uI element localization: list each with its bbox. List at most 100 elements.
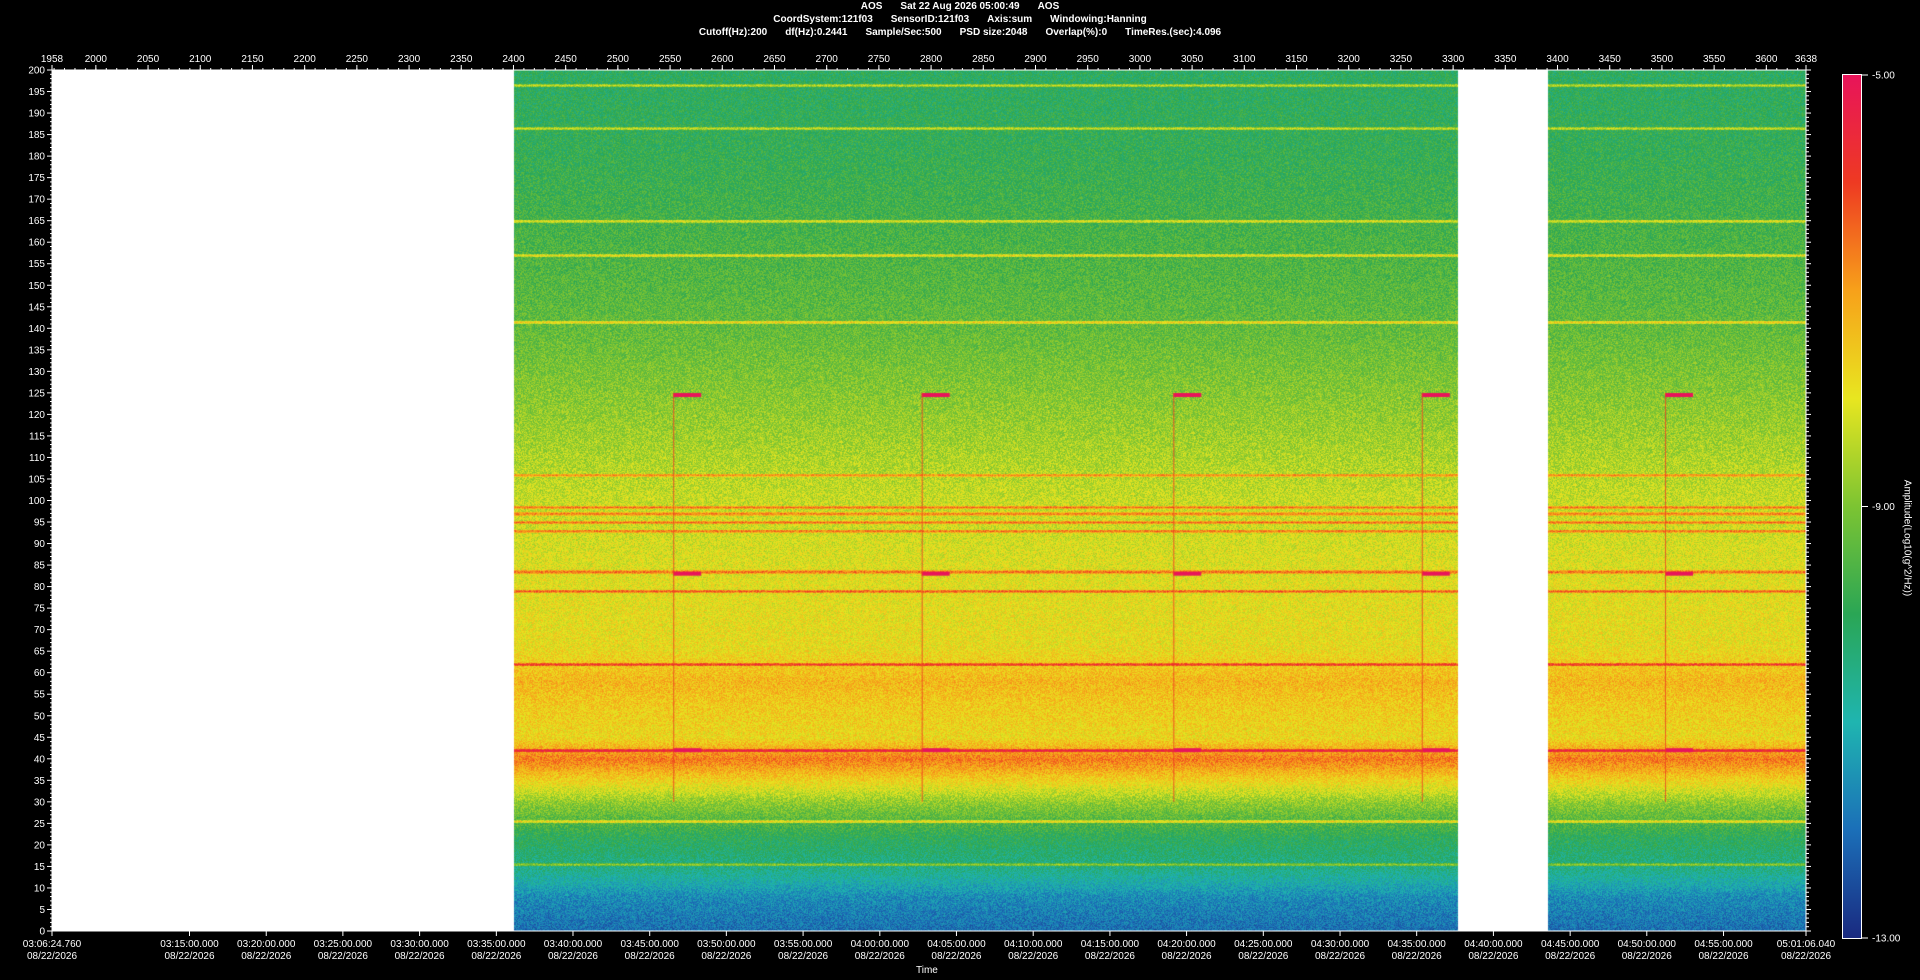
top-tick-label: 2500 — [607, 54, 630, 65]
y-tick-label: 120 — [28, 410, 45, 421]
y-tick-label: 155 — [28, 259, 45, 270]
top-tick-label: 3400 — [1546, 54, 1569, 65]
time-tick-label: 03:45:00.000 — [621, 939, 680, 950]
y-tick-label: 70 — [34, 625, 46, 636]
y-tick-label: 25 — [34, 819, 46, 830]
y-tick-label: 85 — [34, 561, 46, 572]
date-tick-label: 08/22/2026 — [701, 951, 751, 962]
top-tick-label: 3638 — [1795, 54, 1818, 65]
time-tick-label: 04:40:00.000 — [1464, 939, 1523, 950]
y-tick-label: 90 — [34, 539, 46, 550]
y-tick-label: 125 — [28, 388, 45, 399]
y-tick-label: 0 — [39, 927, 45, 938]
date-tick-label: 08/22/2026 — [1622, 951, 1672, 962]
top-tick-label: 3300 — [1442, 54, 1465, 65]
time-tick-label: 04:35:00.000 — [1387, 939, 1446, 950]
time-tick-label: 03:40:00.000 — [544, 939, 603, 950]
top-tick-label: 2300 — [398, 54, 421, 65]
date-tick-label: 08/22/2026 — [1315, 951, 1365, 962]
y-tick-label: 145 — [28, 302, 45, 313]
y-tick-label: 150 — [28, 281, 45, 292]
date-tick-label: 08/22/2026 — [1085, 951, 1135, 962]
top-tick-label: 2400 — [502, 54, 525, 65]
y-tick-label: 130 — [28, 367, 45, 378]
chart-axes: 0 5 10 15 20 25 30 35 40 45 50 55 60 65 70 75 80 85 90 95 10… — [23, 54, 1901, 962]
y-tick-label: 160 — [28, 238, 45, 249]
top-tick-label: 2100 — [189, 54, 212, 65]
time-tick-label: 04:00:00.000 — [851, 939, 910, 950]
y-tick-label: 195 — [28, 87, 45, 98]
top-tick-label: 2350 — [450, 54, 473, 65]
date-tick-label: 08/22/2026 — [395, 951, 445, 962]
date-tick-label: 08/22/2026 — [164, 951, 214, 962]
time-tick-label: 04:30:00.000 — [1311, 939, 1370, 950]
top-tick-label: 2000 — [85, 54, 108, 65]
y-tick-label: 75 — [34, 604, 46, 615]
time-tick-label: 04:05:00.000 — [927, 939, 986, 950]
top-tick-label: 2650 — [763, 54, 786, 65]
colorbar — [1842, 74, 1862, 939]
time-tick-label: 04:55:00.000 — [1694, 939, 1753, 950]
date-tick-label: 08/22/2026 — [931, 951, 981, 962]
date-tick-label: 08/22/2026 — [625, 951, 675, 962]
time-tick-label: 03:20:00.000 — [237, 939, 296, 950]
top-tick-label: 2800 — [920, 54, 943, 65]
date-tick-label: 08/22/2026 — [1545, 951, 1595, 962]
y-tick-label: 65 — [34, 647, 46, 658]
date-tick-label: 08/22/2026 — [1781, 951, 1831, 962]
y-tick-label: 40 — [34, 754, 46, 765]
y-tick-label: 180 — [28, 152, 45, 163]
top-tick-label: 2900 — [1024, 54, 1047, 65]
date-tick-label: 08/22/2026 — [27, 951, 77, 962]
top-tick-label: 3100 — [1233, 54, 1256, 65]
colorbar-tick-label: -9.00 — [1872, 502, 1895, 513]
top-tick-label: 2750 — [868, 54, 891, 65]
date-tick-label: 08/22/2026 — [318, 951, 368, 962]
y-tick-label: 115 — [29, 431, 45, 442]
date-tick-label: 08/22/2026 — [1392, 951, 1442, 962]
top-tick-label: 2600 — [711, 54, 734, 65]
date-tick-label: 08/22/2026 — [1238, 951, 1288, 962]
time-tick-label: 03:55:00.000 — [774, 939, 833, 950]
y-tick-label: 35 — [34, 776, 46, 787]
date-tick-label: 08/22/2026 — [1008, 951, 1058, 962]
y-tick-label: 105 — [28, 474, 45, 485]
y-tick-label: 50 — [34, 711, 46, 722]
date-tick-label: 08/22/2026 — [1162, 951, 1212, 962]
y-tick-label: 175 — [28, 173, 45, 184]
y-tick-label: 100 — [28, 496, 45, 507]
date-tick-label: 08/22/2026 — [1468, 951, 1518, 962]
top-tick-label: 1958 — [41, 54, 64, 65]
top-tick-label: 2200 — [294, 54, 317, 65]
y-tick-label: 45 — [34, 733, 46, 744]
colorbar-tick-label: -13.00 — [1872, 934, 1901, 945]
top-tick-label: 3550 — [1703, 54, 1726, 65]
top-tick-label: 3500 — [1651, 54, 1674, 65]
time-tick-label: 04:25:00.000 — [1234, 939, 1293, 950]
top-tick-label: 2050 — [137, 54, 160, 65]
y-tick-label: 140 — [28, 324, 45, 335]
y-tick-label: 135 — [28, 345, 45, 356]
y-tick-label: 95 — [34, 518, 46, 529]
top-tick-label: 2700 — [816, 54, 839, 65]
time-tick-label: 03:30:00.000 — [390, 939, 449, 950]
top-tick-label: 3250 — [1390, 54, 1413, 65]
time-tick-label: 04:45:00.000 — [1541, 939, 1600, 950]
time-tick-label: 03:35:00.000 — [467, 939, 526, 950]
colorbar-tick-label: -5.00 — [1872, 71, 1895, 82]
x-axis-label: Time — [916, 965, 938, 976]
top-tick-label: 3000 — [1129, 54, 1152, 65]
y-tick-label: 185 — [28, 130, 45, 141]
top-tick-label: 3150 — [1285, 54, 1308, 65]
top-tick-label: 3050 — [1181, 54, 1204, 65]
time-tick-label: 04:15:00.000 — [1081, 939, 1140, 950]
time-tick-label: 03:06:24.760 — [23, 939, 82, 950]
plot-frame — [51, 69, 1807, 932]
date-tick-label: 08/22/2026 — [241, 951, 291, 962]
time-tick-label: 03:50:00.000 — [697, 939, 756, 950]
y-tick-label: 110 — [29, 453, 45, 464]
time-tick-label: 05:01:06.040 — [1777, 939, 1836, 950]
top-tick-label: 3450 — [1599, 54, 1622, 65]
date-tick-label: 08/22/2026 — [1698, 951, 1748, 962]
time-tick-label: 03:25:00.000 — [314, 939, 373, 950]
